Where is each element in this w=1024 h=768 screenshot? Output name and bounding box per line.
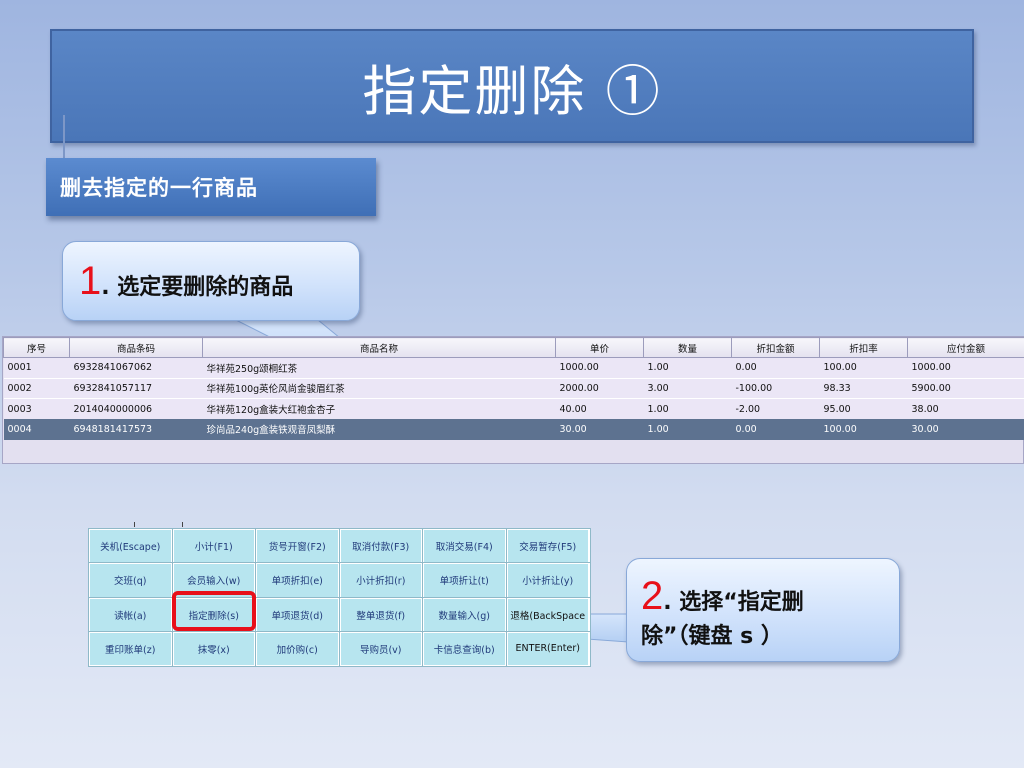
table-row[interactable]: 0001 6932841067062 华祥苑250g颂桐红茶 1000.00 1… xyxy=(3,357,1024,378)
callout-step-2-text: 2. 选择“指定删 除”（键盘 s ） xyxy=(641,576,899,654)
order-return-button[interactable]: 整单退货(f) xyxy=(338,596,424,633)
cell: 5900.00 xyxy=(907,377,1024,399)
slide-title: 指定删除 ① xyxy=(362,59,662,123)
cancel-payment-button[interactable]: 取消付款(F3) xyxy=(338,527,424,565)
item-allowance-button[interactable]: 单项折让(t) xyxy=(422,562,508,599)
product-grid: 序号 商品条码 商品名称 单价 数量 折扣金额 折扣率 应付金额 0001 69… xyxy=(2,336,1024,464)
slide-subtitle-banner: 删去指定的一行商品 xyxy=(46,158,376,216)
quantity-input-button[interactable]: 数量输入(g) xyxy=(422,596,508,633)
cell: -2.00 xyxy=(731,398,820,419)
cell: 30.00 xyxy=(555,419,644,440)
cell: 1.00 xyxy=(643,398,732,419)
header-discount-amount[interactable]: 折扣金额 xyxy=(731,337,820,358)
step-1-number: 1 xyxy=(79,259,102,303)
cell: 1.00 xyxy=(643,419,732,440)
suspend-transaction-button[interactable]: 交易暂存(F5) xyxy=(505,527,591,565)
header-product-name[interactable]: 商品名称 xyxy=(202,337,556,358)
header-discount-rate[interactable]: 折扣率 xyxy=(819,337,908,358)
cell: 2014040000006 xyxy=(69,398,203,419)
shift-handover-button[interactable]: 交班(q) xyxy=(88,562,174,599)
callout-step-2: 2. 选择“指定删 除”（键盘 s ） xyxy=(626,558,900,662)
header-barcode[interactable]: 商品条码 xyxy=(69,337,203,358)
table-row[interactable]: 0003 2014040000006 华祥苑120g盒装大红袍金杏子 40.00… xyxy=(3,398,1024,419)
cell: 1.00 xyxy=(643,357,732,378)
table-row[interactable]: 0002 6932841057117 华祥苑100g英伦风尚金骏眉红茶 2000… xyxy=(3,377,1024,399)
add-price-purchase-button[interactable]: 加价购(c) xyxy=(255,630,341,668)
cell: -100.00 xyxy=(731,377,820,399)
callout-step-1-text: 1. 选定要删除的商品 xyxy=(79,261,359,305)
callout-step-1: 1. 选定要删除的商品 xyxy=(62,241,360,321)
slide-subtitle: 删去指定的一行商品 xyxy=(60,176,258,200)
cell: 6932841067062 xyxy=(69,357,203,378)
subtotal-button[interactable]: 小计(F1) xyxy=(171,527,257,565)
step-2-line-1: 2. 选择“指定删 xyxy=(641,576,899,620)
backspace-button[interactable]: 退格(BackSpace xyxy=(505,596,591,633)
delete-selected-highlight xyxy=(172,591,256,631)
cell: 0003 xyxy=(3,398,70,419)
item-return-button[interactable]: 单项退货(d) xyxy=(255,596,341,633)
header-index[interactable]: 序号 xyxy=(3,337,70,358)
cell: 100.00 xyxy=(819,357,908,378)
header-amount-due[interactable]: 应付金额 xyxy=(907,337,1024,358)
cell: 0.00 xyxy=(731,357,820,378)
step-2-label-1: . 选择“指定删 xyxy=(663,590,804,615)
cell: 华祥苑120g盒装大红袍金杏子 xyxy=(202,398,556,419)
grid-header-row: 序号 商品条码 商品名称 单价 数量 折扣金额 折扣率 应付金额 xyxy=(3,337,1024,358)
cell: 38.00 xyxy=(907,398,1024,419)
cell: 2000.00 xyxy=(555,377,644,399)
cell: 1000.00 xyxy=(907,357,1024,378)
slide-title-banner: 指定删除 ① xyxy=(50,29,974,143)
step-2-number: 2 xyxy=(641,574,664,618)
cell: 6948181417573 xyxy=(69,419,203,440)
subtotal-allowance-button[interactable]: 小计折让(y) xyxy=(505,562,591,599)
step-1-label: . 选定要删除的商品 xyxy=(101,275,294,300)
cell: 1000.00 xyxy=(555,357,644,378)
cell: 珍尚品240g盒装铁观音凤梨酥 xyxy=(202,419,556,440)
round-off-button[interactable]: 抹零(x) xyxy=(171,630,257,668)
cell: 95.00 xyxy=(819,398,908,419)
decorative-line xyxy=(63,115,65,162)
table-row-selected[interactable]: 0004 6948181417573 珍尚品240g盒装铁观音凤梨酥 30.00… xyxy=(3,419,1024,440)
function-keypad: 关机(Escape) 小计(F1) 货号开窗(F2) 取消付款(F3) 取消交易… xyxy=(88,527,591,668)
cell: 华祥苑100g英伦风尚金骏眉红茶 xyxy=(202,377,556,399)
cell: 0.00 xyxy=(731,419,820,440)
cell: 98.33 xyxy=(819,377,908,399)
subtotal-discount-button[interactable]: 小计折扣(r) xyxy=(338,562,424,599)
item-discount-button[interactable]: 单项折扣(e) xyxy=(255,562,341,599)
cell: 30.00 xyxy=(907,419,1024,440)
shutdown-button[interactable]: 关机(Escape) xyxy=(88,527,174,565)
card-info-query-button[interactable]: 卡信息查询(b) xyxy=(422,630,508,668)
reprint-bill-button[interactable]: 重印账单(z) xyxy=(88,630,174,668)
salesperson-button[interactable]: 导购员(v) xyxy=(338,630,424,668)
cell: 0004 xyxy=(3,419,70,440)
cell: 40.00 xyxy=(555,398,644,419)
step-2-label-2: 除”（键盘 s ） xyxy=(641,624,783,649)
read-account-button[interactable]: 读帐(a) xyxy=(88,596,174,633)
header-quantity[interactable]: 数量 xyxy=(643,337,732,358)
header-unit-price[interactable]: 单价 xyxy=(555,337,644,358)
cell: 华祥苑250g颂桐红茶 xyxy=(202,357,556,378)
enter-button[interactable]: ENTER(Enter) xyxy=(505,630,591,668)
cell: 0002 xyxy=(3,377,70,399)
cell: 3.00 xyxy=(643,377,732,399)
cell: 6932841057117 xyxy=(69,377,203,399)
cancel-transaction-button[interactable]: 取消交易(F4) xyxy=(422,527,508,565)
cell: 0001 xyxy=(3,357,70,378)
item-lookup-button[interactable]: 货号开窗(F2) xyxy=(255,527,341,565)
cell: 100.00 xyxy=(819,419,908,440)
